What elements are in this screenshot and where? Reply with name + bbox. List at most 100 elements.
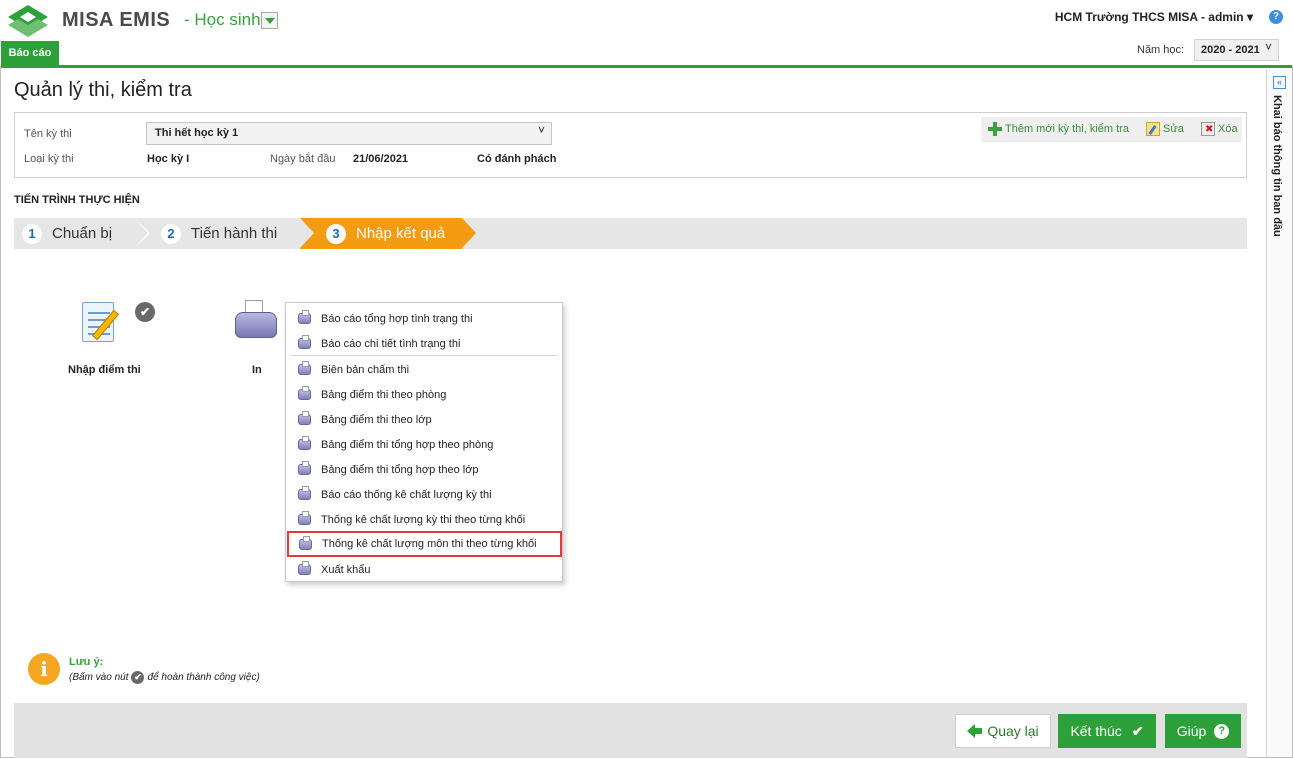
- info-icon: i: [28, 653, 60, 685]
- done-check-icon[interactable]: ✔: [135, 302, 155, 322]
- header-divider: [1, 65, 1292, 68]
- printer-icon: [298, 486, 311, 500]
- page-title: Quản lý thi, kiểm tra: [14, 79, 192, 101]
- printer-icon: [298, 411, 311, 425]
- menu-item[interactable]: Bảng điểm thi tổng hợp theo lớp: [286, 457, 562, 482]
- printer-icon: [298, 461, 311, 475]
- tab-report[interactable]: Báo cáo: [1, 41, 59, 66]
- menu-item[interactable]: Bảng điểm thi theo lớp: [286, 407, 562, 432]
- printer-icon: [299, 535, 312, 550]
- menu-item-label: Bảng điểm thi theo phòng: [321, 388, 447, 401]
- process-heading: TIẾN TRÌNH THỰC HIỆN: [14, 194, 140, 206]
- add-icon: [988, 122, 1002, 136]
- back-button[interactable]: Quay lại: [955, 714, 1051, 748]
- printer-icon: [298, 561, 311, 575]
- printer-icon: [298, 386, 311, 400]
- finish-button[interactable]: Kết thúc ✔: [1058, 714, 1156, 748]
- exam-name-select[interactable]: Thi hết học kỳ 1: [146, 120, 552, 145]
- menu-item-label: Báo cáo thống kê chất lượng kỳ thi: [321, 488, 492, 501]
- question-icon: ?: [1214, 723, 1230, 739]
- printer-icon: [298, 310, 311, 324]
- menu-item-label: Thống kê chất lượng kỳ thi theo từng khố…: [321, 513, 526, 526]
- start-date-value: 21/06/2021: [353, 153, 409, 165]
- delete-icon: [1201, 122, 1215, 136]
- menu-item[interactable]: Xuất khẩu: [286, 557, 562, 582]
- step-prepare[interactable]: 1 Chuẩn bị: [22, 218, 112, 249]
- misa-logo-icon: [8, 5, 48, 37]
- action-toolbar: Thêm mới kỳ thi, kiểm tra Sửa Xóa: [981, 117, 1242, 142]
- edit-icon: [1146, 122, 1160, 136]
- menu-item-label: Bảng điểm thi tổng hợp theo phòng: [321, 438, 494, 451]
- exam-name-label: Tên kỳ thi: [24, 128, 72, 140]
- menu-item-label: Báo cáo tổng hợp tình trạng thi: [321, 312, 473, 325]
- menu-item-label: Bảng điểm thi tổng hợp theo lớp: [321, 463, 479, 476]
- menu-item-label: Biên bản chấm thi: [321, 363, 410, 376]
- finish-label: Kết thúc: [1070, 723, 1122, 739]
- print-menu: Báo cáo tổng hợp tình trạng thi Báo cáo …: [285, 302, 563, 582]
- menu-item-label: Thống kê chất lượng môn thi theo từng kh…: [322, 538, 537, 550]
- menu-item-label: Báo cáo chi tiết tình trạng thi: [321, 337, 461, 350]
- menu-item[interactable]: Bảng điểm thi tổng hợp theo phòng: [286, 432, 562, 457]
- help-button[interactable]: Giúp ?: [1165, 714, 1241, 748]
- printer-icon: [298, 361, 311, 375]
- menu-item[interactable]: Thống kê chất lượng kỳ thi theo từng khố…: [286, 507, 562, 532]
- note-text-before: (Bấm vào nút: [69, 672, 129, 683]
- step-conduct[interactable]: 2 Tiến hành thi: [161, 218, 277, 249]
- step-number: 3: [326, 223, 346, 244]
- help-icon[interactable]: ?: [1269, 10, 1283, 24]
- note-text: (Bấm vào nút ✔ để hoàn thành công việc): [69, 671, 260, 684]
- step-label: Tiến hành thi: [191, 225, 278, 242]
- school-year-select[interactable]: 2020 - 2021: [1194, 37, 1279, 61]
- menu-item-label: Bảng điểm thi theo lớp: [321, 413, 432, 426]
- menu-item[interactable]: Báo cáo thống kê chất lượng kỳ thi: [286, 482, 562, 507]
- step-separator: [134, 218, 148, 248]
- add-exam-button[interactable]: Thêm mới kỳ thi, kiểm tra: [988, 122, 1129, 136]
- check-icon: ✔: [131, 671, 145, 684]
- user-menu[interactable]: HCM Trường THCS MISA - admin ▾: [1055, 10, 1253, 24]
- school-year-label: Năm học:: [1137, 44, 1185, 56]
- back-label: Quay lại: [987, 723, 1039, 739]
- step-number: 2: [161, 223, 181, 244]
- delete-button[interactable]: Xóa: [1201, 122, 1238, 136]
- step-label: Chuẩn bị: [52, 225, 113, 242]
- menu-item-label: Xuất khẩu: [321, 563, 371, 576]
- edit-button[interactable]: Sửa: [1146, 122, 1184, 136]
- help-label: Giúp: [1176, 723, 1207, 739]
- module-name[interactable]: - Học sinh: [184, 10, 261, 30]
- note-text-after: để hoàn thành công việc): [147, 672, 260, 683]
- menu-item[interactable]: Bảng điểm thi theo phòng: [286, 382, 562, 407]
- exam-type-value: Học kỳ I: [147, 153, 190, 165]
- notebook-line: [88, 312, 110, 314]
- step-active-arrow: [462, 218, 476, 248]
- score-entry-icon[interactable]: [80, 298, 126, 348]
- printer-icon: [298, 511, 311, 525]
- brand-name: MISA EMIS: [62, 9, 171, 31]
- arrow-left-icon: [967, 724, 983, 738]
- module-dropdown-icon[interactable]: [261, 12, 278, 29]
- exam-type-label: Loại kỳ thi: [24, 153, 74, 165]
- step-number: 1: [22, 223, 42, 244]
- printer-icon: [298, 335, 311, 349]
- printer-body: [235, 312, 277, 338]
- menu-item-highlighted[interactable]: Thống kê chất lượng môn thi theo từng kh…: [287, 531, 562, 557]
- add-exam-label: Thêm mới kỳ thi, kiểm tra: [1005, 123, 1129, 135]
- option-value: Có đánh phách: [477, 153, 557, 165]
- top-bar: MISA EMIS - Học sinh HCM Trường THCS MIS…: [0, 0, 1293, 66]
- step-enter-results-content[interactable]: 3 Nhập kết quả: [326, 218, 445, 249]
- note-title: Lưu ý:: [69, 656, 104, 668]
- menu-divider: [291, 355, 557, 356]
- edit-label: Sửa: [1163, 123, 1184, 135]
- delete-label: Xóa: [1218, 123, 1238, 135]
- score-entry-label[interactable]: Nhập điểm thi: [68, 364, 141, 376]
- printer-icon: [298, 436, 311, 450]
- step-separator: [300, 218, 314, 248]
- side-panel-title[interactable]: Khai báo thông tin ban đầu: [1271, 95, 1283, 237]
- step-label: Nhập kết quả: [356, 225, 446, 242]
- expand-panel-icon[interactable]: «: [1273, 76, 1286, 89]
- menu-item[interactable]: Báo cáo chi tiết tình trạng thi: [286, 331, 562, 356]
- print-label[interactable]: In: [252, 364, 262, 376]
- menu-item[interactable]: Báo cáo tổng hợp tình trạng thi: [286, 306, 562, 331]
- start-date-label: Ngày bắt đầu: [270, 153, 336, 165]
- printer-icon[interactable]: [235, 300, 279, 344]
- menu-item[interactable]: Biên bản chấm thi: [286, 357, 562, 382]
